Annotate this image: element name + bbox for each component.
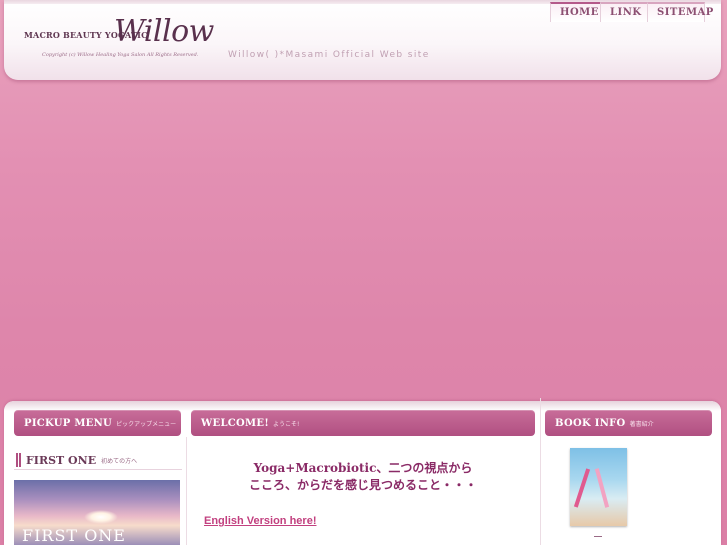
nav-sitemap-button[interactable]: SITEMAP (647, 2, 713, 22)
welcome-headline-line-2: こころ、からだを感じ見つめること・・・ (248, 478, 477, 492)
pickup-menu-header: PICKUP MENU ピックアップメニュー (14, 410, 181, 436)
english-version-link[interactable]: English Version here! (204, 515, 316, 527)
heading-bar-icon (16, 453, 18, 467)
welcome-subtitle: ようこそ! (273, 420, 300, 428)
pickup-menu-subtitle: ピックアップメニュー (116, 420, 177, 428)
sunrise-image (84, 510, 118, 524)
first-one-title: FIRST ONE (26, 453, 97, 467)
nav-link-button[interactable]: LINK (600, 2, 647, 22)
book-info-title: BOOK INFO (555, 417, 626, 429)
first-one-banner[interactable]: FIRST ONE (14, 480, 180, 545)
book-info-header: BOOK INFO 著書紹介 (545, 410, 712, 436)
first-one-subtitle: 初めての方へ (101, 457, 138, 465)
book-cover-decoration (573, 468, 591, 508)
book-cover-image[interactable] (570, 448, 627, 526)
logo-copyright: Copyright (c) Willow Healing Yoga Salon … (42, 52, 199, 58)
logo-wordmark[interactable]: Willow (114, 14, 214, 49)
column-divider-right (540, 398, 541, 545)
top-nav: HOME LINK SITEMAP (550, 2, 713, 22)
pickup-menu-title: PICKUP MENU (24, 417, 113, 429)
first-one-underline (14, 469, 182, 470)
book-info-subtitle: 著書紹介 (629, 420, 654, 428)
first-one-heading: FIRST ONE 初めての方へ (16, 450, 186, 470)
welcome-title: WELCOME! (201, 417, 270, 429)
welcome-headline: Yoga+Macrobiotic、二つの視点から こころ、からだを感じ見つめるこ… (190, 460, 536, 494)
site-header: MACRO BEAUTY YOGATIC Willow Copyright (c… (4, 0, 721, 80)
book-caption-mark (594, 536, 602, 537)
welcome-headline-line-1: Yoga+Macrobiotic、二つの視点から (253, 461, 473, 475)
nav-home-button[interactable]: HOME (550, 2, 600, 22)
heading-bar-icon (19, 453, 21, 467)
site-subtitle: Willow( )*Masami Official Web site (228, 50, 430, 60)
column-divider-left (186, 437, 187, 545)
book-cover-decoration (594, 468, 610, 508)
first-one-banner-text: FIRST ONE (22, 526, 126, 545)
welcome-header: WELCOME! ようこそ! (191, 410, 535, 436)
